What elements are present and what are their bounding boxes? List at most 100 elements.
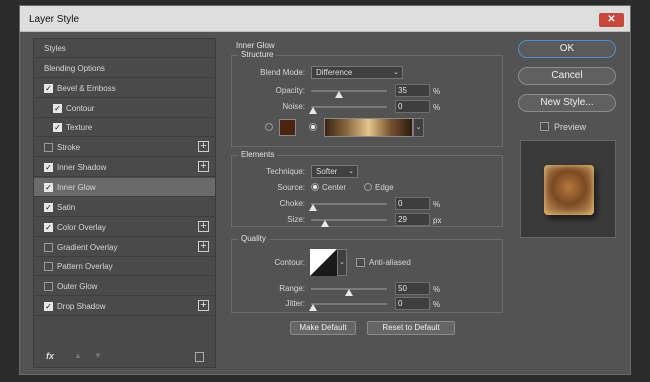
style-checkbox-stroke[interactable] (44, 143, 53, 153)
technique-select[interactable]: Softer ⌄ (311, 165, 358, 178)
style-item-contour[interactable]: ✓ Contour (34, 99, 215, 118)
noise-slider-thumb[interactable] (309, 107, 317, 114)
choke-input[interactable]: 0 (395, 197, 430, 210)
quality-group: Quality Contour: ⌄ Anti-aliased Range: 5… (231, 234, 503, 313)
source-center-label: Center (322, 183, 347, 192)
contour-dropdown-icon[interactable]: ⌄ (337, 249, 347, 276)
style-checkbox-contour[interactable]: ✓ (53, 103, 62, 113)
blend-mode-select[interactable]: Difference ⌄ (311, 66, 403, 79)
range-unit: % (433, 285, 441, 294)
style-item-styles[interactable]: Styles (34, 39, 215, 58)
jitter-slider-thumb[interactable] (309, 304, 317, 311)
style-item-satin[interactable]: ✓ Satin (34, 198, 215, 217)
style-item-color-overlay[interactable]: ✓ Color Overlay + (34, 218, 215, 237)
style-item-pattern-overlay[interactable]: Pattern Overlay (34, 257, 215, 277)
source-edge-label: Edge (375, 183, 394, 192)
styles-toolbar: fx ▲ ▼ (34, 347, 215, 367)
source-edge-radio[interactable] (364, 183, 372, 191)
chevron-down-icon: ⌄ (348, 168, 354, 175)
choke-slider-thumb[interactable] (309, 204, 317, 211)
trash-icon[interactable] (195, 352, 204, 362)
add-stroke-icon[interactable]: + (198, 141, 209, 153)
add-inner-shadow-icon[interactable]: + (198, 161, 209, 173)
range-slider-thumb[interactable] (345, 289, 353, 296)
gradient-dropdown-icon[interactable]: ⌄ (413, 118, 424, 137)
style-item-outer-glow[interactable]: Outer Glow (34, 277, 215, 297)
style-checkbox-texture[interactable]: ✓ (53, 123, 62, 133)
make-default-button[interactable]: Make Default (290, 321, 356, 335)
preview-checkbox[interactable] (540, 122, 549, 131)
technique-value: Softer (316, 167, 338, 176)
gradient-picker[interactable] (324, 118, 413, 137)
style-checkbox-gradient-overlay[interactable] (44, 242, 53, 252)
style-checkbox-pattern-overlay[interactable] (44, 262, 53, 272)
style-checkbox-inner-glow[interactable]: ✓ (44, 182, 53, 192)
jitter-label: Jitter: (285, 299, 305, 308)
noise-input[interactable]: 0 (395, 100, 430, 113)
style-item-bevel-and-emboss[interactable]: ✓ Bevel & Emboss (34, 79, 215, 98)
style-label-bevel-and-emboss: Bevel & Emboss (57, 83, 116, 93)
jitter-slider-track[interactable] (311, 303, 387, 305)
blend-mode-value: Difference (316, 68, 353, 77)
style-label-stroke: Stroke (57, 143, 81, 153)
style-checkbox-bevel-and-emboss[interactable]: ✓ (44, 83, 53, 93)
window-title: Layer Style (29, 14, 80, 25)
anti-aliased-checkbox[interactable] (356, 258, 365, 267)
section-title: Inner Glow (233, 41, 278, 50)
styles-list: fx ▲ ▼ Styles Blending Options ✓ Bevel & Em… (33, 38, 216, 368)
range-input[interactable]: 50 (395, 282, 430, 295)
style-item-inner-glow[interactable]: ✓ Inner Glow (34, 177, 215, 197)
move-up-icon[interactable]: ▲ (74, 351, 82, 360)
opacity-input[interactable]: 35 (395, 84, 430, 97)
style-item-gradient-overlay[interactable]: Gradient Overlay + (34, 238, 215, 257)
opacity-slider-track[interactable] (311, 90, 387, 92)
glow-color-swatch[interactable] (279, 119, 296, 136)
opacity-slider-thumb[interactable] (335, 91, 343, 98)
opacity-label: Opacity: (275, 86, 305, 95)
fx-button[interactable]: fx (46, 351, 54, 361)
noise-slider-track[interactable] (311, 106, 387, 108)
style-checkbox-drop-shadow[interactable]: ✓ (44, 302, 53, 312)
add-gradient-overlay-icon[interactable]: + (198, 240, 209, 252)
style-label-outer-glow: Outer Glow (57, 282, 98, 292)
new-style-button[interactable]: New Style... (518, 94, 616, 112)
preview-label: Preview (554, 122, 587, 132)
size-input[interactable]: 29 (395, 213, 430, 226)
style-label-satin: Satin (57, 202, 76, 212)
elements-group: Elements Technique: Softer ⌄ Source: Cen… (231, 150, 503, 227)
size-slider-thumb[interactable] (321, 220, 329, 227)
choke-label: Choke: (279, 199, 305, 208)
anti-aliased-label: Anti-aliased (369, 258, 411, 267)
ok-button[interactable]: OK (518, 40, 616, 58)
style-item-inner-shadow[interactable]: ✓ Inner Shadow + (34, 158, 215, 178)
chevron-down-icon: ⌄ (393, 69, 399, 76)
move-down-icon[interactable]: ▼ (94, 351, 102, 360)
style-checkbox-inner-shadow[interactable]: ✓ (44, 163, 53, 173)
style-checkbox-outer-glow[interactable] (44, 282, 53, 292)
jitter-unit: % (433, 300, 441, 309)
choke-slider-track[interactable] (311, 203, 387, 205)
technique-label: Technique: (266, 167, 305, 176)
reset-to-default-button[interactable]: Reset to Default (367, 321, 455, 335)
jitter-input[interactable]: 0 (395, 297, 430, 310)
style-item-drop-shadow[interactable]: ✓ Drop Shadow + (34, 297, 215, 317)
cancel-button[interactable]: Cancel (518, 67, 616, 85)
style-item-blending-options[interactable]: Blending Options (34, 59, 215, 78)
style-label-gradient-overlay: Gradient Overlay (57, 242, 118, 252)
color-radio[interactable] (265, 123, 273, 131)
add-drop-shadow-icon[interactable]: + (198, 300, 209, 312)
preview-swatch (544, 165, 594, 215)
structure-group: Structure Blend Mode: Difference ⌄ Opaci… (231, 50, 503, 147)
style-checkbox-satin[interactable]: ✓ (44, 202, 53, 212)
style-checkbox-color-overlay[interactable]: ✓ (44, 222, 53, 232)
contour-preview-icon[interactable] (310, 249, 337, 276)
source-center-radio[interactable] (311, 183, 319, 191)
size-label: Size: (287, 215, 305, 224)
style-item-stroke[interactable]: Stroke + (34, 138, 215, 158)
add-color-overlay-icon[interactable]: + (198, 220, 209, 232)
gradient-radio[interactable] (309, 123, 317, 131)
inner-glow-panel: Inner Glow Structure Blend Mode: Differe… (223, 38, 503, 368)
close-icon[interactable]: ✕ (599, 13, 624, 27)
style-item-texture[interactable]: ✓ Texture (34, 118, 215, 138)
style-label-pattern-overlay: Pattern Overlay (57, 262, 113, 272)
